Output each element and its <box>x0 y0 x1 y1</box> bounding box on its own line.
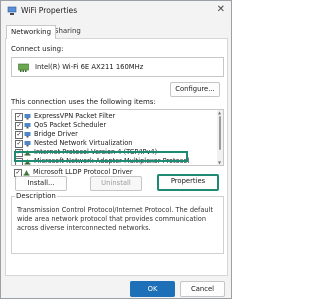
checkbox[interactable]: ✓ <box>15 140 23 148</box>
list-item[interactable]: ✓ Nested Network Virtualization <box>12 139 212 148</box>
network-component-icon <box>24 114 31 120</box>
item-label: Bridge Driver <box>34 130 78 138</box>
list-item[interactable]: ✓ ExpressVPN Packet Filter <box>12 112 212 121</box>
properties-window: WiFi Properties ✕ Networking Sharing Con… <box>0 0 232 299</box>
list-scrollbar[interactable]: ▲ ▼ <box>217 110 223 165</box>
scroll-thumb[interactable] <box>219 116 221 150</box>
cancel-button[interactable]: Cancel <box>180 281 225 297</box>
tab-networking[interactable]: Networking <box>6 25 57 39</box>
install-button[interactable]: Install... <box>15 176 67 191</box>
title-bar: WiFi Properties ✕ <box>1 1 231 21</box>
checkbox[interactable]: ✓ <box>15 113 23 121</box>
protocol-icon <box>23 170 30 176</box>
network-adapter-icon <box>18 63 29 72</box>
adapter-name: Intel(R) Wi-Fi 6E AX211 160MHz <box>35 63 144 71</box>
network-component-icon <box>24 132 31 138</box>
description-legend: Description <box>15 192 57 200</box>
properties-button[interactable]: Properties <box>157 174 219 191</box>
uninstall-button[interactable]: Uninstall <box>90 176 142 191</box>
network-component-icon <box>24 141 31 147</box>
selection-highlight <box>14 151 188 162</box>
description-text: Transmission Control Protocol/Internet P… <box>17 206 214 232</box>
ok-button[interactable]: OK <box>130 281 175 297</box>
list-item[interactable]: ✓ QoS Packet Scheduler <box>12 121 212 130</box>
scroll-up-icon[interactable]: ▲ <box>218 110 221 115</box>
adapter-field: Intel(R) Wi-Fi 6E AX211 160MHz <box>11 57 224 77</box>
description-group: Description Transmission Control Protoco… <box>11 192 224 254</box>
close-icon[interactable]: ✕ <box>217 4 225 15</box>
items-label: This connection uses the following items… <box>11 98 156 106</box>
item-label: QoS Packet Scheduler <box>34 121 107 129</box>
checkbox[interactable]: ✓ <box>15 122 23 130</box>
network-component-icon <box>24 123 31 129</box>
item-label: Nested Network Virtualization <box>34 139 133 147</box>
scroll-down-icon[interactable]: ▼ <box>218 160 221 165</box>
checkbox[interactable]: ✓ <box>15 131 23 139</box>
configure-button[interactable]: Configure... <box>170 82 220 97</box>
network-app-icon <box>7 6 17 15</box>
window-title: WiFi Properties <box>21 6 78 15</box>
list-item[interactable]: ✓ Bridge Driver <box>12 130 212 139</box>
connect-using-label: Connect using: <box>11 45 64 53</box>
item-label: ExpressVPN Packet Filter <box>34 112 116 120</box>
